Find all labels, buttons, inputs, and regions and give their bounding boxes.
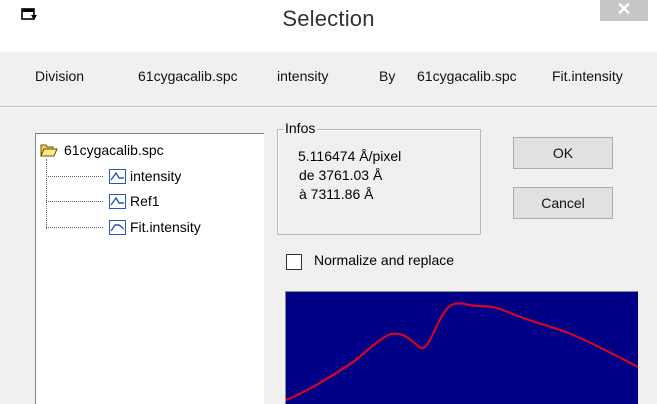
tree-connector [46, 176, 103, 177]
spectrum-preview-canvas [286, 302, 638, 401]
spectrum-preview [285, 291, 638, 404]
operation-label: Division [35, 68, 85, 84]
file-tree[interactable]: 61cygacalib.spc intensity Ref1 Fit.inten… [35, 133, 264, 404]
wave-icon [109, 168, 126, 184]
window-title: Selection [282, 6, 375, 31]
normalize-checkbox[interactable] [286, 254, 302, 270]
tree-item-intensity[interactable]: intensity [109, 168, 181, 184]
tree-connector [46, 227, 103, 228]
wave-icon [109, 193, 126, 209]
info-resolution: 5.116474 Å/pixel [298, 148, 402, 164]
operand2-field: Fit.intensity [552, 68, 623, 84]
close-button[interactable]: ✕ [600, 0, 648, 21]
tree-root-item[interactable]: 61cygacalib.spc [40, 142, 164, 158]
folder-open-icon [40, 144, 58, 157]
tree-root-label: 61cygacalib.spc [64, 142, 164, 158]
tree-connector [46, 159, 47, 229]
close-icon: ✕ [616, 0, 632, 19]
divider-highlight [0, 107, 657, 108]
info-start: de 3761.03 Å [299, 167, 383, 183]
tree-item-fit-intensity[interactable]: Fit.intensity [109, 219, 201, 235]
info-end: à 7311.86 Å [299, 186, 374, 202]
tree-item-label: Ref1 [130, 193, 160, 209]
tree-item-label: intensity [130, 168, 182, 184]
cancel-button[interactable]: Cancel [513, 187, 613, 219]
wave-icon [109, 219, 126, 235]
operand2-file: 61cygacalib.spc [417, 68, 517, 84]
normalize-label[interactable]: Normalize and replace [314, 252, 454, 268]
infos-legend: Infos [283, 120, 318, 136]
title-bar: Selection ✕ [0, 0, 657, 52]
by-label: By [379, 68, 396, 84]
tree-item-label: Fit.intensity [130, 219, 201, 235]
operand1-file: 61cygacalib.spc [138, 68, 238, 84]
ok-button[interactable]: OK [513, 137, 613, 169]
tree-connector [46, 201, 103, 202]
tree-item-ref1[interactable]: Ref1 [109, 193, 160, 209]
operand1-field: intensity [277, 68, 329, 84]
spectrum-curve [286, 302, 638, 401]
